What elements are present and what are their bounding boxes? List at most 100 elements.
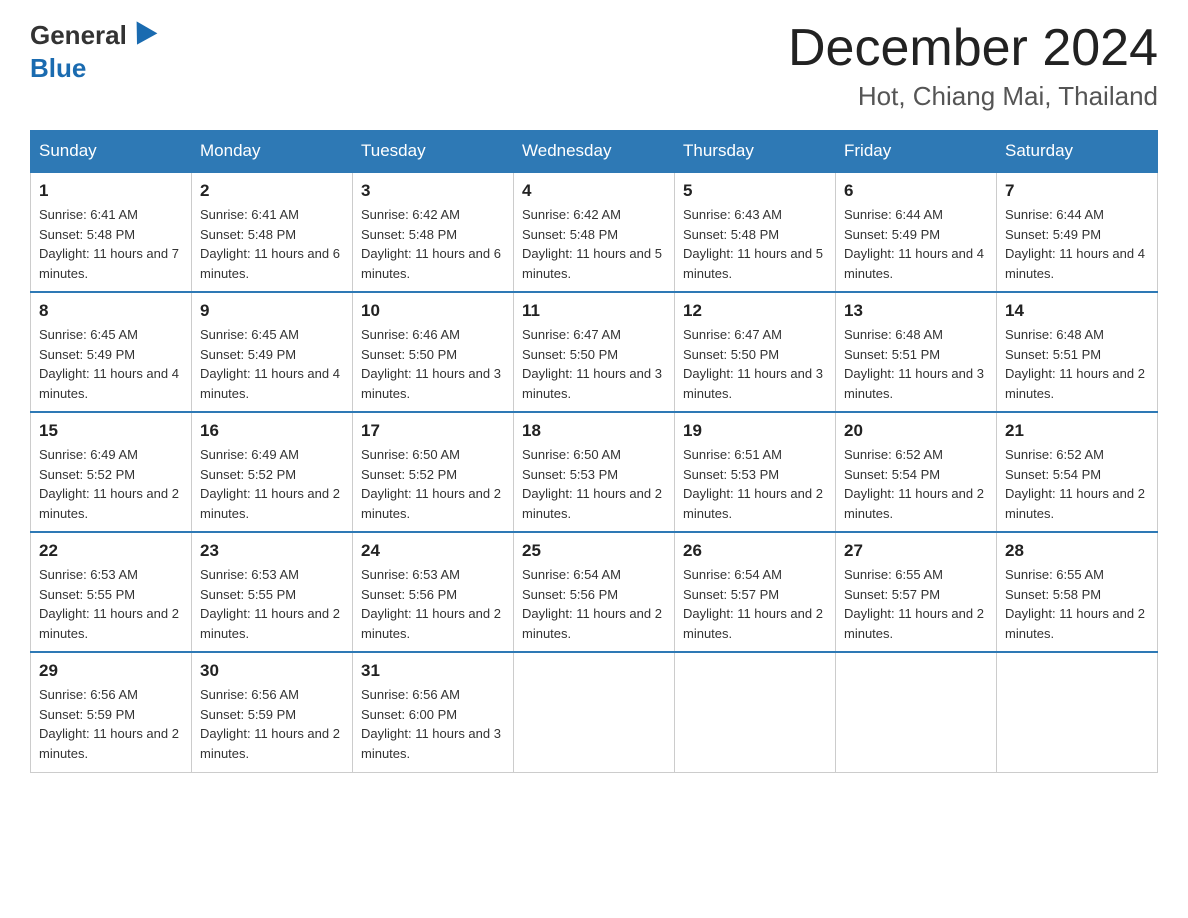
day-number: 5 [683,181,827,201]
day-number: 9 [200,301,344,321]
day-info: Sunrise: 6:54 AMSunset: 5:56 PMDaylight:… [522,565,666,643]
col-header-friday: Friday [836,131,997,173]
day-info: Sunrise: 6:53 AMSunset: 5:55 PMDaylight:… [200,565,344,643]
day-info: Sunrise: 6:55 AMSunset: 5:57 PMDaylight:… [844,565,988,643]
table-row: 12Sunrise: 6:47 AMSunset: 5:50 PMDayligh… [675,292,836,412]
table-row [997,652,1158,772]
table-row: 5 Sunrise: 6:43 AMSunset: 5:48 PMDaylight… [675,172,836,292]
day-number: 25 [522,541,666,561]
day-number: 20 [844,421,988,441]
col-header-thursday: Thursday [675,131,836,173]
day-number: 18 [522,421,666,441]
day-number: 23 [200,541,344,561]
day-info: Sunrise: 6:47 AMSunset: 5:50 PMDaylight:… [522,325,666,403]
day-info: Sunrise: 6:49 AMSunset: 5:52 PMDaylight:… [200,445,344,523]
table-row [836,652,997,772]
location-title: Hot, Chiang Mai, Thailand [788,81,1158,112]
day-info: Sunrise: 6:44 AMSunset: 5:49 PMDaylight:… [844,205,988,283]
calendar-header: SundayMondayTuesdayWednesdayThursdayFrid… [31,131,1158,173]
col-header-tuesday: Tuesday [353,131,514,173]
table-row: 13 Sunrise: 6:48 AMSunset: 5:51 PMDayligh… [836,292,997,412]
day-info: Sunrise: 6:56 AMSunset: 5:59 PMDaylight:… [39,685,183,763]
day-info: Sunrise: 6:41 AMSunset: 5:48 PMDaylight:… [200,205,344,283]
day-number: 31 [361,661,505,681]
table-row: 17 Sunrise: 6:50 AMSunset: 5:52 PMDayligh… [353,412,514,532]
day-number: 26 [683,541,827,561]
table-row: 3Sunrise: 6:42 AMSunset: 5:48 PMDaylight… [353,172,514,292]
table-row: 29 Sunrise: 6:56 AMSunset: 5:59 PMDayligh… [31,652,192,772]
table-row: 18Sunrise: 6:50 AMSunset: 5:53 PMDayligh… [514,412,675,532]
day-number: 28 [1005,541,1149,561]
table-row: 28 Sunrise: 6:55 AMSunset: 5:58 PMDayligh… [997,532,1158,652]
day-number: 14 [1005,301,1149,321]
table-row: 27 Sunrise: 6:55 AMSunset: 5:57 PMDayligh… [836,532,997,652]
day-number: 11 [522,301,666,321]
table-row: 16 Sunrise: 6:49 AMSunset: 5:52 PMDayligh… [192,412,353,532]
calendar-week-5: 29 Sunrise: 6:56 AMSunset: 5:59 PMDayligh… [31,652,1158,772]
calendar-week-4: 22 Sunrise: 6:53 AMSunset: 5:55 PMDayligh… [31,532,1158,652]
table-row: 31 Sunrise: 6:56 AMSunset: 6:00 PMDayligh… [353,652,514,772]
day-info: Sunrise: 6:49 AMSunset: 5:52 PMDaylight:… [39,445,183,523]
day-info: Sunrise: 6:55 AMSunset: 5:58 PMDaylight:… [1005,565,1149,643]
day-number: 2 [200,181,344,201]
table-row: 26Sunrise: 6:54 AMSunset: 5:57 PMDayligh… [675,532,836,652]
day-info: Sunrise: 6:51 AMSunset: 5:53 PMDaylight:… [683,445,827,523]
col-header-wednesday: Wednesday [514,131,675,173]
table-row: 30 Sunrise: 6:56 AMSunset: 5:59 PMDayligh… [192,652,353,772]
day-number: 7 [1005,181,1149,201]
calendar-week-1: 1Sunrise: 6:41 AMSunset: 5:48 PMDaylight… [31,172,1158,292]
day-info: Sunrise: 6:46 AMSunset: 5:50 PMDaylight:… [361,325,505,403]
table-row: 7 Sunrise: 6:44 AMSunset: 5:49 PMDaylight… [997,172,1158,292]
day-info: Sunrise: 6:42 AMSunset: 5:48 PMDaylight:… [361,205,505,283]
day-info: Sunrise: 6:50 AMSunset: 5:52 PMDaylight:… [361,445,505,523]
table-row: 2 Sunrise: 6:41 AMSunset: 5:48 PMDaylight… [192,172,353,292]
table-row: 24 Sunrise: 6:53 AMSunset: 5:56 PMDayligh… [353,532,514,652]
table-row: 14 Sunrise: 6:48 AMSunset: 5:51 PMDayligh… [997,292,1158,412]
col-header-monday: Monday [192,131,353,173]
day-info: Sunrise: 6:45 AMSunset: 5:49 PMDaylight:… [39,325,183,403]
day-number: 17 [361,421,505,441]
day-number: 10 [361,301,505,321]
day-number: 13 [844,301,988,321]
day-info: Sunrise: 6:42 AMSunset: 5:48 PMDaylight:… [522,205,666,283]
day-number: 6 [844,181,988,201]
calendar-week-2: 8 Sunrise: 6:45 AMSunset: 5:49 PMDaylight… [31,292,1158,412]
page-header: General Blue December 2024 Hot, Chiang M… [30,20,1158,112]
day-info: Sunrise: 6:53 AMSunset: 5:56 PMDaylight:… [361,565,505,643]
day-info: Sunrise: 6:41 AMSunset: 5:48 PMDaylight:… [39,205,183,283]
day-info: Sunrise: 6:44 AMSunset: 5:49 PMDaylight:… [1005,205,1149,283]
logo: General Blue [30,20,157,84]
table-row: 1Sunrise: 6:41 AMSunset: 5:48 PMDaylight… [31,172,192,292]
day-info: Sunrise: 6:48 AMSunset: 5:51 PMDaylight:… [1005,325,1149,403]
table-row: 20Sunrise: 6:52 AMSunset: 5:54 PMDayligh… [836,412,997,532]
table-row: 11 Sunrise: 6:47 AMSunset: 5:50 PMDayligh… [514,292,675,412]
title-section: December 2024 Hot, Chiang Mai, Thailand [788,20,1158,112]
logo-blue-text: Blue [30,53,86,84]
day-number: 29 [39,661,183,681]
table-row [675,652,836,772]
day-number: 21 [1005,421,1149,441]
day-number: 12 [683,301,827,321]
day-number: 16 [200,421,344,441]
day-info: Sunrise: 6:45 AMSunset: 5:49 PMDaylight:… [200,325,344,403]
table-row: 6 Sunrise: 6:44 AMSunset: 5:49 PMDaylight… [836,172,997,292]
day-info: Sunrise: 6:56 AMSunset: 5:59 PMDaylight:… [200,685,344,763]
day-number: 30 [200,661,344,681]
table-row: 25 Sunrise: 6:54 AMSunset: 5:56 PMDayligh… [514,532,675,652]
day-number: 22 [39,541,183,561]
day-info: Sunrise: 6:48 AMSunset: 5:51 PMDaylight:… [844,325,988,403]
day-number: 8 [39,301,183,321]
day-number: 24 [361,541,505,561]
table-row: 9 Sunrise: 6:45 AMSunset: 5:49 PMDaylight… [192,292,353,412]
day-info: Sunrise: 6:43 AMSunset: 5:48 PMDaylight:… [683,205,827,283]
day-info: Sunrise: 6:56 AMSunset: 6:00 PMDaylight:… [361,685,505,763]
table-row [514,652,675,772]
table-row: 21 Sunrise: 6:52 AMSunset: 5:54 PMDayligh… [997,412,1158,532]
col-header-saturday: Saturday [997,131,1158,173]
col-header-sunday: Sunday [31,131,192,173]
table-row: 4 Sunrise: 6:42 AMSunset: 5:48 PMDaylight… [514,172,675,292]
day-number: 15 [39,421,183,441]
day-number: 27 [844,541,988,561]
day-info: Sunrise: 6:52 AMSunset: 5:54 PMDaylight:… [1005,445,1149,523]
day-number: 4 [522,181,666,201]
